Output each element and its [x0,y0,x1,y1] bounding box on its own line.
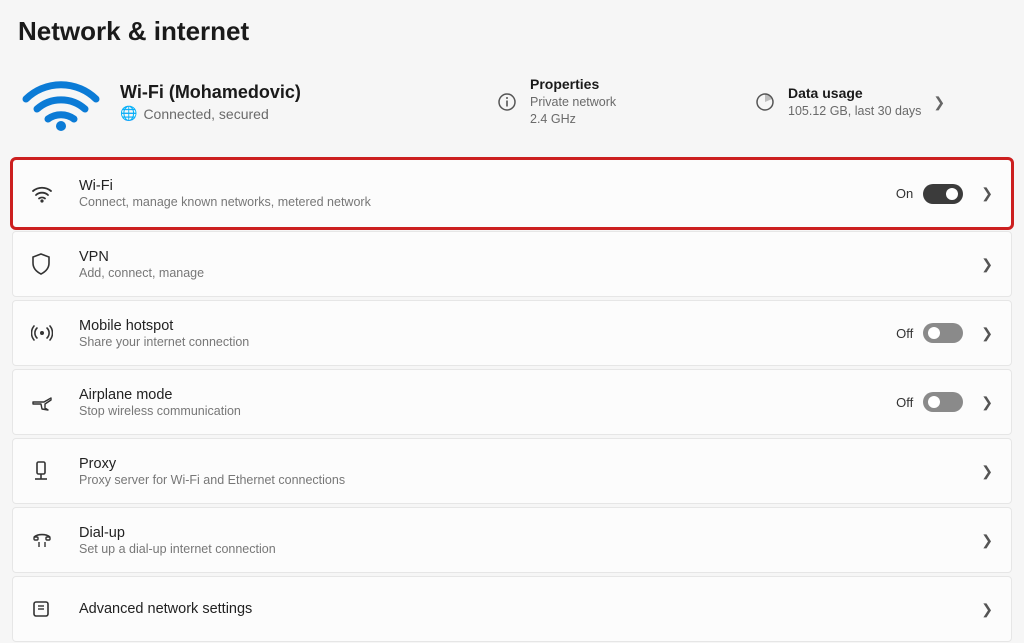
toggle-group: Off [896,323,963,343]
chevron-right-icon: ❯ [981,394,993,411]
row-title: Dial-up [79,525,963,541]
row-subtitle: Share your internet connection [79,335,896,349]
chevron-right-icon: ❯ [981,325,993,342]
proxy-icon [31,460,61,482]
pie-chart-icon [754,91,776,113]
row-labels: Airplane modeStop wireless communication [79,387,896,418]
properties-card[interactable]: Properties Private network 2.4 GHz [490,76,748,128]
toggle-label: Off [896,395,913,410]
data-usage-line: 105.12 GB, last 30 days [788,103,921,120]
properties-line1: Private network [530,95,616,109]
row-subtitle: Proxy server for Wi-Fi and Ethernet conn… [79,473,963,487]
row-labels: Advanced network settings [79,601,963,617]
row-labels: VPNAdd, connect, manage [79,249,963,280]
chevron-right-icon: ❯ [981,532,993,549]
row-subtitle: Set up a dial-up internet connection [79,542,963,556]
settings-row-advanced-network-settings[interactable]: Advanced network settings ❯ [12,576,1012,642]
properties-title: Properties [530,76,616,92]
row-title: Airplane mode [79,387,896,403]
row-subtitle: Add, connect, manage [79,266,963,280]
airplane-icon [31,392,61,412]
properties-line2: 2.4 GHz [530,112,576,126]
wifi-signal-icon [18,71,104,133]
toggle-label: On [896,186,913,201]
settings-row-dial-up[interactable]: Dial-upSet up a dial-up internet connect… [12,507,1012,573]
toggle-group: Off [896,392,963,412]
row-subtitle: Connect, manage known networks, metered … [79,195,896,209]
settings-row-proxy[interactable]: ProxyProxy server for Wi-Fi and Ethernet… [12,438,1012,504]
info-icon [496,91,518,113]
settings-row-vpn[interactable]: VPNAdd, connect, manage ❯ [12,231,1012,297]
page-title: Network & internet [12,10,1012,49]
toggle-switch[interactable] [923,392,963,412]
chevron-right-icon: ❯ [981,185,993,202]
chevron-right-icon: ❯ [933,94,951,111]
row-labels: Mobile hotspotShare your internet connec… [79,318,896,349]
row-title: Proxy [79,456,963,472]
connection-summary: Wi-Fi (Mohamedovic) 🌐 Connected, secured… [12,49,1012,159]
connection-name: Wi-Fi (Mohamedovic) [120,82,490,103]
row-title: Advanced network settings [79,601,963,617]
toggle-group: On [896,184,963,204]
row-labels: Wi-FiConnect, manage known networks, met… [79,178,896,209]
chevron-right-icon: ❯ [981,256,993,273]
row-labels: Dial-upSet up a dial-up internet connect… [79,525,963,556]
row-title: VPN [79,249,963,265]
chevron-right-icon: ❯ [981,601,993,618]
hotspot-icon [31,323,61,343]
chevron-right-icon: ❯ [981,463,993,480]
globe-icon: 🌐 [120,105,137,122]
wifi-icon [31,185,61,203]
settings-row-airplane-mode[interactable]: Airplane modeStop wireless communication… [12,369,1012,435]
toggle-switch[interactable] [923,184,963,204]
toggle-switch[interactable] [923,323,963,343]
data-usage-card[interactable]: Data usage 105.12 GB, last 30 days ❯ [748,85,1006,120]
row-labels: ProxyProxy server for Wi-Fi and Ethernet… [79,456,963,487]
dialup-icon [31,530,61,550]
row-subtitle: Stop wireless communication [79,404,896,418]
toggle-label: Off [896,326,913,341]
row-title: Wi-Fi [79,178,896,194]
data-usage-title: Data usage [788,85,921,101]
settings-row-mobile-hotspot[interactable]: Mobile hotspotShare your internet connec… [12,300,1012,366]
connection-status: Connected, secured [143,106,268,122]
row-title: Mobile hotspot [79,318,896,334]
settings-row-wi-fi[interactable]: Wi-FiConnect, manage known networks, met… [12,159,1012,228]
shield-icon [31,253,61,275]
advanced-icon [31,599,61,619]
